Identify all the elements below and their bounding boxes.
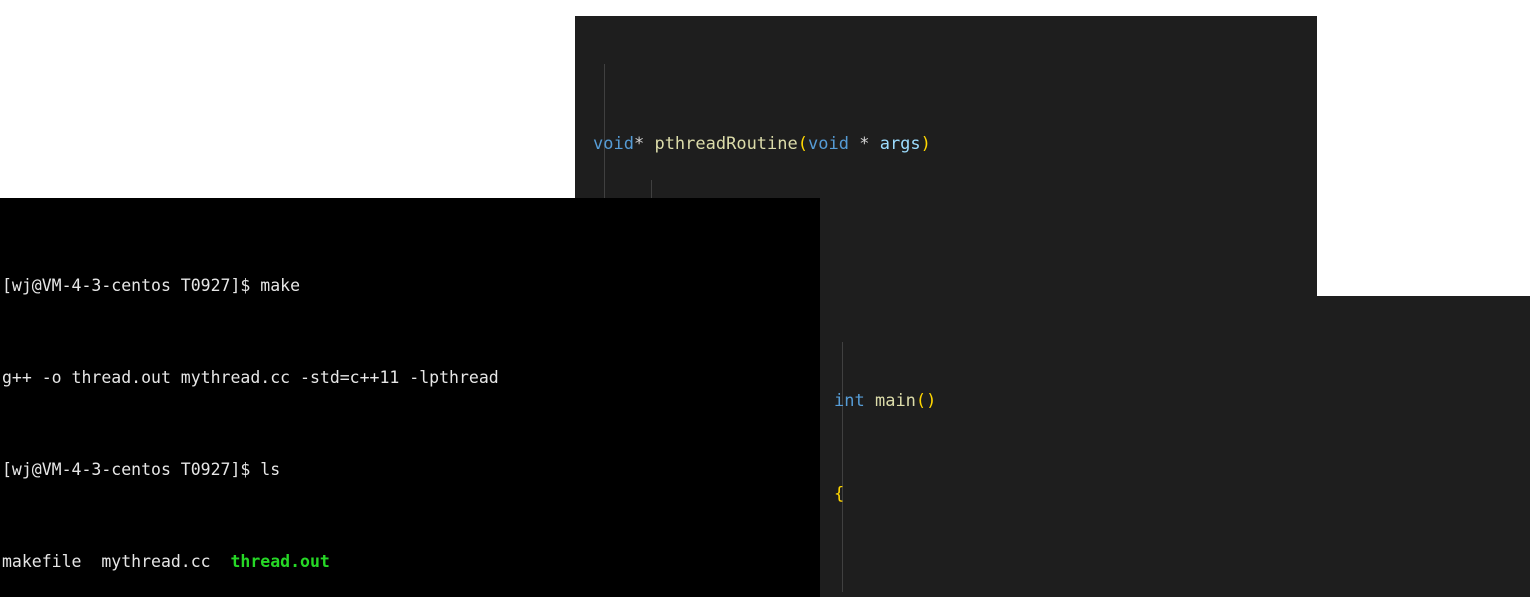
ls-executable-file: thread.out (230, 552, 330, 571)
token-function-main: main (874, 390, 916, 411)
terminal-line-prompt: [wj@VM-4-3-centos T0927]$ ls (2, 458, 820, 481)
shell-command: make (250, 276, 301, 295)
token-star2: * (859, 134, 870, 155)
token-keyword-void2: void (808, 134, 849, 155)
code-line[interactable]: { (820, 483, 1530, 506)
shell-prompt: [wj@VM-4-3-centos T0927]$ (2, 276, 251, 295)
terminal-line-output: g++ -o thread.out mythread.cc -std=c++11… (2, 366, 820, 389)
code-line[interactable]: int main() (820, 390, 1530, 413)
token-paren-close: ) (920, 134, 931, 155)
token-function-pthreadroutine: pthreadRoutine (654, 134, 798, 155)
token-paren-main: () (915, 390, 937, 411)
token-var-args: args (879, 134, 921, 155)
screenshot-root: void* pthreadRoutine(void * args) { cout… (0, 0, 1530, 597)
token-paren: ( (797, 134, 808, 155)
code-line[interactable]: void* pthreadRoutine(void * args) (575, 133, 1317, 156)
code-panel-main[interactable]: int main() { pthread_t tid; pthread_crea… (820, 296, 1530, 597)
ls-plain-files: makefile mythread.cc (2, 552, 231, 571)
shell-command: ls (250, 460, 281, 479)
token-brace-main-open: { (834, 484, 845, 505)
terminal-line-prompt: [wj@VM-4-3-centos T0927]$ make (2, 274, 820, 297)
token-star: * (633, 134, 645, 155)
terminal-line-ls-output: makefile mythread.cc thread.out (2, 550, 820, 573)
indent-guide (842, 342, 843, 592)
token-keyword-int-main: int (834, 390, 865, 411)
terminal-output-text: g++ -o thread.out mythread.cc -std=c++11… (2, 368, 499, 387)
shell-prompt: [wj@VM-4-3-centos T0927]$ (2, 460, 251, 479)
token-keyword-void: void (593, 134, 634, 155)
terminal-window[interactable]: [wj@VM-4-3-centos T0927]$ make g++ -o th… (0, 198, 820, 597)
